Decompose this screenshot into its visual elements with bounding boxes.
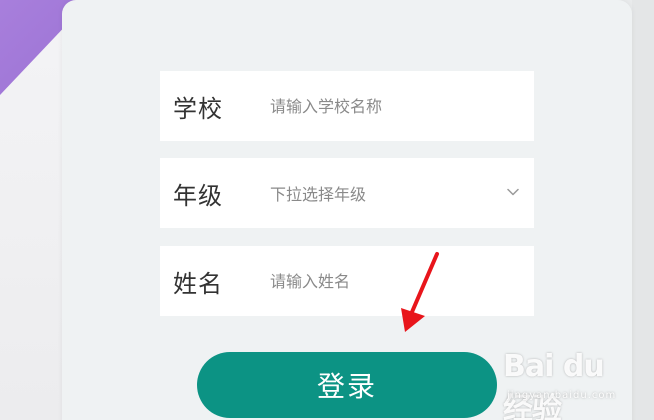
school-field: 学校 [160, 71, 534, 141]
watermark-main-text: Bai du 经验 [503, 349, 605, 420]
chevron-down-icon[interactable] [506, 185, 520, 199]
grade-label: 年级 [173, 181, 223, 210]
login-button[interactable]: 登录 [197, 352, 497, 418]
school-label: 学校 [173, 94, 223, 123]
school-input[interactable] [270, 96, 500, 116]
name-field: 姓名 [160, 246, 534, 316]
name-label: 姓名 [173, 269, 223, 298]
watermark-url-text: jingyan.baidu.com [507, 390, 617, 401]
baidu-jingyan-watermark: Bai du 经验 jingyan.baidu.com [503, 344, 621, 420]
background-right [632, 0, 654, 420]
grade-select[interactable]: 下拉选择年级 [270, 181, 366, 205]
name-input[interactable] [270, 271, 500, 291]
red-arrow-annotation [401, 252, 439, 332]
grade-field[interactable]: 年级 下拉选择年级 [160, 158, 534, 228]
